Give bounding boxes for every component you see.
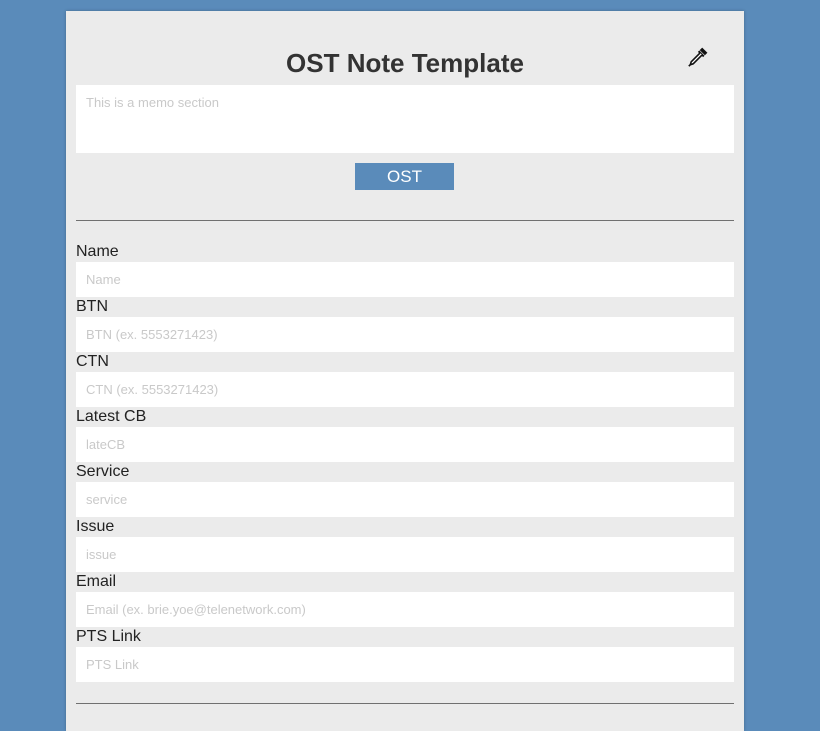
field-label: Service bbox=[76, 463, 130, 480]
field-btn: BTN bbox=[76, 297, 734, 352]
name-input[interactable] bbox=[76, 262, 734, 297]
field-name: Name bbox=[76, 242, 734, 297]
page-title: OST Note Template bbox=[286, 48, 524, 78]
ctn-input[interactable] bbox=[76, 372, 734, 407]
field-label: Issue bbox=[76, 518, 115, 535]
field-email: Email bbox=[76, 572, 734, 627]
field-label: Email bbox=[76, 573, 117, 590]
service-input[interactable] bbox=[76, 482, 734, 517]
field-label: BTN bbox=[76, 298, 108, 315]
field-pts-link: PTS Link bbox=[76, 627, 734, 682]
note-template-card: OST Note Template OST Name BTN CTN Lates… bbox=[66, 11, 744, 731]
field-ctn: CTN bbox=[76, 352, 734, 407]
latest-cb-input[interactable] bbox=[76, 427, 734, 462]
field-latest-cb: Latest CB bbox=[76, 407, 734, 462]
divider-bottom bbox=[76, 703, 734, 704]
eyedropper-icon[interactable] bbox=[686, 45, 710, 69]
issue-input[interactable] bbox=[76, 537, 734, 572]
field-label: Name bbox=[76, 243, 119, 260]
btn-input[interactable] bbox=[76, 317, 734, 352]
field-issue: Issue bbox=[76, 517, 734, 572]
form-fields: Name BTN CTN Latest CB Service Issue Ema… bbox=[76, 242, 734, 682]
field-label: CTN bbox=[76, 353, 109, 370]
pts-link-input[interactable] bbox=[76, 647, 734, 682]
field-label: Latest CB bbox=[76, 408, 147, 425]
ost-button[interactable]: OST bbox=[355, 163, 454, 190]
field-label: PTS Link bbox=[76, 628, 141, 645]
divider-top bbox=[76, 220, 734, 221]
email-input[interactable] bbox=[76, 592, 734, 627]
memo-textarea[interactable] bbox=[76, 85, 734, 153]
field-service: Service bbox=[76, 462, 734, 517]
